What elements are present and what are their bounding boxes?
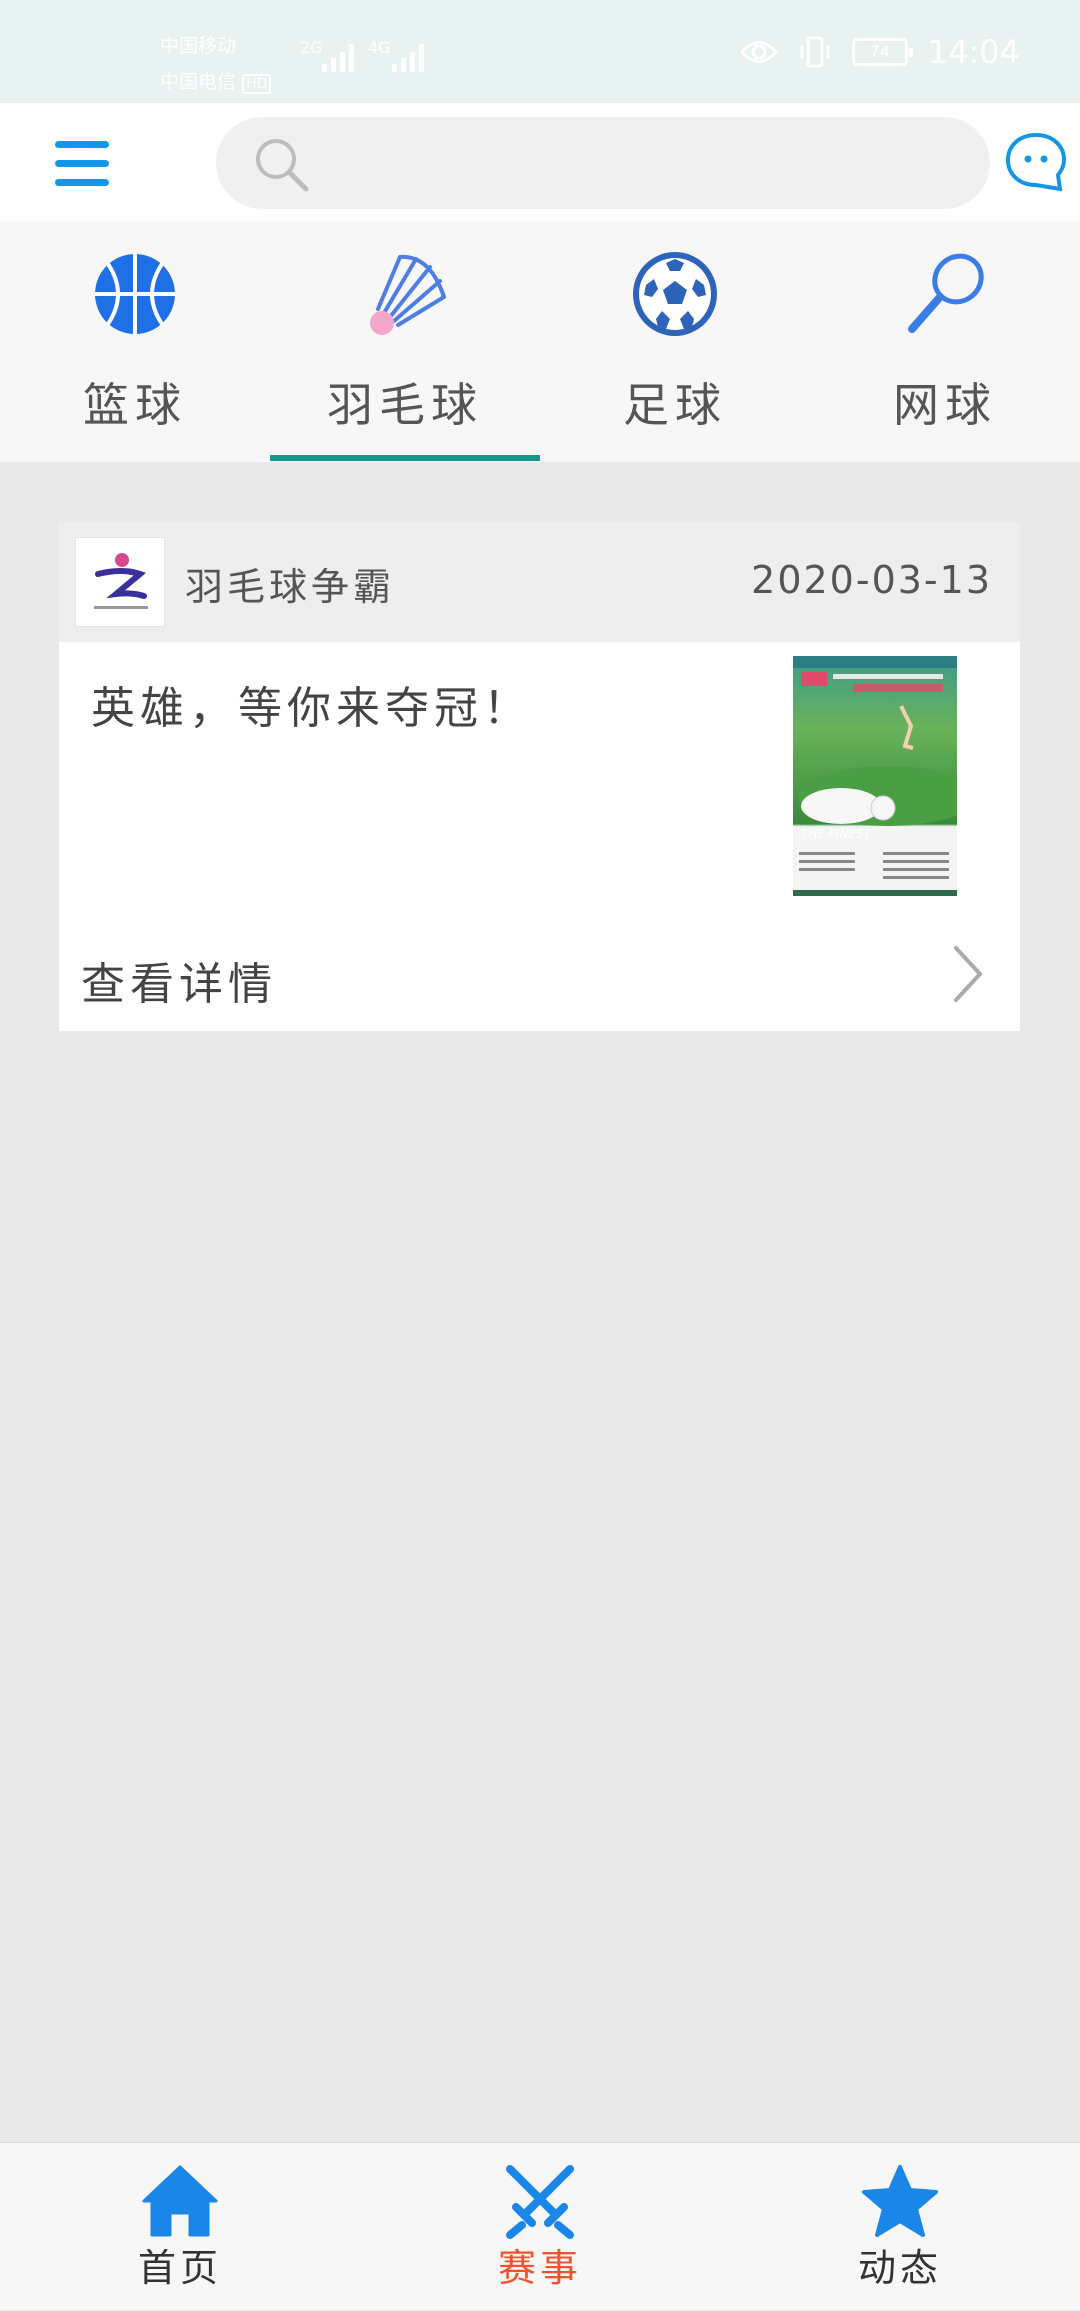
tab-basketball[interactable]: 篮球 <box>0 221 270 462</box>
chevron-right-icon <box>954 946 982 1002</box>
tennis-racket-icon <box>908 253 984 333</box>
carrier-2: 中国电信 HD <box>160 64 272 102</box>
post-title: 英雄，等你来夺冠！ <box>91 683 532 734</box>
status-time: 14:04 <box>927 33 1020 71</box>
basketball-icon <box>95 254 175 334</box>
battery-icon: 74 <box>851 38 913 66</box>
home-icon <box>142 2165 218 2237</box>
nav-label: 赛事 <box>497 2246 582 2290</box>
vibrate-icon <box>800 36 830 68</box>
view-details-label: 查看详情 <box>81 959 277 1010</box>
tab-soccer[interactable]: 足球 <box>540 221 810 462</box>
app-bar <box>0 103 1080 221</box>
organizer-name: 羽毛球争霸 <box>185 565 396 609</box>
tab-badminton[interactable]: 羽毛球 <box>270 221 540 462</box>
poster-text: THE FINEST <box>801 827 872 841</box>
tab-label: 羽毛球 <box>327 378 483 432</box>
nav-events[interactable]: 赛事 <box>360 2143 720 2311</box>
menu-button[interactable] <box>52 135 112 191</box>
network-type-1: 2G <box>300 38 323 57</box>
eye-icon <box>739 41 778 63</box>
organizer-logo <box>75 537 165 627</box>
crossed-swords-icon <box>506 2165 574 2239</box>
nav-label: 首页 <box>137 2246 222 2290</box>
soccer-ball-icon <box>633 252 717 336</box>
category-tabs: 篮球 羽毛球 足球 网球 <box>0 221 1080 462</box>
nav-moments[interactable]: 动态 <box>720 2143 1080 2311</box>
shuttlecock-icon <box>370 254 446 335</box>
hd-badge: HD <box>242 74 272 94</box>
message-icon[interactable] <box>1004 131 1068 193</box>
tab-label: 网球 <box>893 378 997 432</box>
menu-icon <box>55 141 109 148</box>
active-tab-indicator <box>270 455 540 461</box>
tab-tennis[interactable]: 网球 <box>810 221 1080 462</box>
card-header: 羽毛球争霸 2020-03-13 <box>59 522 1020 642</box>
carrier-1: 中国移动 <box>160 35 237 57</box>
search-icon <box>256 139 309 192</box>
signal-icon <box>322 44 354 72</box>
view-details-link[interactable]: 查看详情 <box>59 922 1020 1031</box>
signal-icon <box>392 44 424 72</box>
nav-home[interactable]: 首页 <box>0 2143 360 2311</box>
event-card[interactable]: 羽毛球争霸 2020-03-13 英雄，等你来夺冠！ THE FINEST 查看… <box>59 522 1020 1031</box>
tab-label: 篮球 <box>83 378 187 432</box>
event-poster-image[interactable]: THE FINEST <box>793 656 957 896</box>
search-input[interactable] <box>326 117 946 209</box>
star-icon <box>862 2165 938 2237</box>
status-right: 74 14:04 <box>739 30 1020 74</box>
network-type-2: 4G <box>368 38 391 57</box>
search-bar[interactable] <box>216 117 990 209</box>
post-date: 2020-03-13 <box>751 558 992 602</box>
status-bar: 中国移动 中国电信 HD 2G 4G 74 14:04 <box>0 0 1080 103</box>
carrier-info: 中国移动 中国电信 HD <box>160 28 272 102</box>
bottom-navigation: 首页 赛事 动态 <box>0 2142 1080 2310</box>
event-list: 羽毛球争霸 2020-03-13 英雄，等你来夺冠！ THE FINEST 查看… <box>0 462 1080 2142</box>
tab-label: 足球 <box>623 378 727 432</box>
nav-label: 动态 <box>857 2246 942 2290</box>
